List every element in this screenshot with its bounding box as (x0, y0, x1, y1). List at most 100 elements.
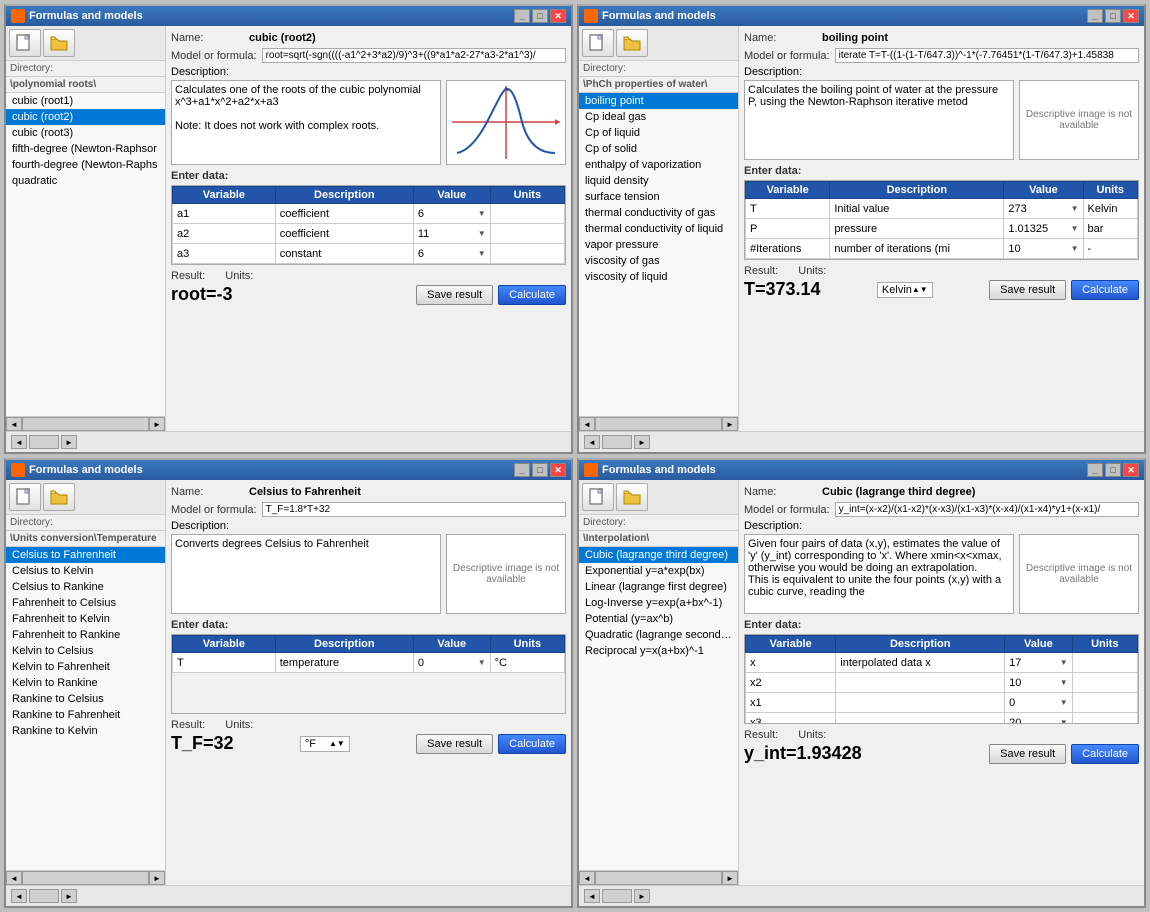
open-button[interactable] (43, 483, 75, 511)
dropdown-arrow-icon[interactable]: ▼ (478, 209, 486, 218)
scroll-next-button[interactable]: ► (634, 889, 650, 903)
list-item[interactable]: Cp ideal gas (579, 109, 738, 125)
maximize-button[interactable]: □ (532, 463, 548, 477)
new-button[interactable] (9, 483, 41, 511)
cell-value[interactable]: 1.01325▼ (1004, 219, 1083, 239)
list-item[interactable]: fourth-degree (Newton-Raphs (6, 157, 165, 173)
save-result-button[interactable]: Save result (989, 280, 1066, 300)
list-item[interactable]: Cp of liquid (579, 125, 738, 141)
list-item[interactable]: Rankine to Celsius (6, 691, 165, 707)
list-item[interactable]: cubic (root1) (6, 93, 165, 109)
open-button[interactable] (616, 29, 648, 57)
scroll-left-button[interactable]: ◄ (579, 871, 595, 885)
scroll-next-button[interactable]: ► (61, 889, 77, 903)
close-button[interactable]: ✕ (1123, 9, 1139, 23)
list-item[interactable]: cubic (root2) (6, 109, 165, 125)
list-item[interactable]: Potential (y=ax^b) (579, 611, 738, 627)
minimize-button[interactable]: _ (1087, 463, 1103, 477)
cell-value[interactable]: 0▼ (1005, 693, 1072, 713)
list-item[interactable]: Log-Inverse y=exp(a+bx^-1) (579, 595, 738, 611)
cell-value[interactable]: 10▼ (1005, 673, 1072, 693)
list-item[interactable]: liquid density (579, 173, 738, 189)
dropdown-arrow-icon[interactable]: ▼ (478, 658, 486, 667)
save-result-button[interactable]: Save result (989, 744, 1066, 764)
open-button[interactable] (43, 29, 75, 57)
units-value-box[interactable]: Kelvin▲▼ (877, 282, 933, 298)
dropdown-arrow-icon[interactable]: ▼ (1071, 244, 1079, 253)
close-button[interactable]: ✕ (1123, 463, 1139, 477)
dropdown-arrow-icon[interactable]: ▼ (1060, 658, 1068, 667)
cell-value[interactable]: 17▼ (1005, 653, 1072, 673)
minimize-button[interactable]: _ (514, 9, 530, 23)
new-button[interactable] (582, 29, 614, 57)
calculate-button[interactable]: Calculate (498, 734, 566, 754)
dropdown-arrow-icon[interactable]: ▼ (1060, 718, 1068, 724)
list-item[interactable]: Cp of solid (579, 141, 738, 157)
list-item[interactable]: Celsius to Rankine (6, 579, 165, 595)
dropdown-arrow-icon[interactable]: ▼ (1060, 698, 1068, 707)
cell-value[interactable]: 10▼ (1004, 239, 1083, 259)
minimize-button[interactable]: _ (1087, 9, 1103, 23)
dropdown-arrow-icon[interactable]: ▼ (1071, 224, 1079, 233)
list-item[interactable]: Kelvin to Fahrenheit (6, 659, 165, 675)
save-result-button[interactable]: Save result (416, 734, 493, 754)
list-item[interactable]: Rankine to Fahrenheit (6, 707, 165, 723)
minimize-button[interactable]: _ (514, 463, 530, 477)
list-item[interactable]: surface tension (579, 189, 738, 205)
scroll-right-button[interactable]: ► (722, 417, 738, 431)
dropdown-arrow-icon[interactable]: ▼ (478, 229, 486, 238)
list-item[interactable]: viscosity of liquid (579, 269, 738, 285)
list-item[interactable]: thermal conductivity of gas (579, 205, 738, 221)
cell-value[interactable]: 6▼ (413, 244, 490, 264)
list-item[interactable]: quadratic (6, 173, 165, 189)
new-button[interactable] (9, 29, 41, 57)
save-result-button[interactable]: Save result (416, 285, 493, 305)
scroll-next-button[interactable]: ► (61, 435, 77, 449)
list-item[interactable]: thermal conductivity of liquid (579, 221, 738, 237)
scroll-next-button[interactable]: ► (634, 435, 650, 449)
list-item[interactable]: Rankine to Kelvin (6, 723, 165, 739)
list-item[interactable]: boiling point (579, 93, 738, 109)
list-item[interactable]: Fahrenheit to Rankine (6, 627, 165, 643)
list-item[interactable]: vapor pressure (579, 237, 738, 253)
scroll-prev-button[interactable]: ◄ (584, 435, 600, 449)
list-item[interactable]: viscosity of gas (579, 253, 738, 269)
scroll-prev-button[interactable]: ◄ (11, 889, 27, 903)
cell-value[interactable]: 20▼ (1005, 713, 1072, 725)
list-item[interactable]: fifth-degree (Newton-Raphsor (6, 141, 165, 157)
scroll-prev-button[interactable]: ◄ (584, 889, 600, 903)
maximize-button[interactable]: □ (1105, 9, 1121, 23)
list-item[interactable]: Celsius to Fahrenheit (6, 547, 165, 563)
list-item[interactable]: Fahrenheit to Celsius (6, 595, 165, 611)
units-dropdown-icon[interactable]: ▲▼ (912, 285, 928, 294)
maximize-button[interactable]: □ (1105, 463, 1121, 477)
list-item[interactable]: Kelvin to Celsius (6, 643, 165, 659)
units-value-box[interactable]: °F▲▼ (300, 736, 350, 752)
list-item[interactable]: Reciprocal y=x(a+bx)^-1 (579, 643, 738, 659)
list-item[interactable]: Linear (lagrange first degree) (579, 579, 738, 595)
scroll-left-button[interactable]: ◄ (6, 871, 22, 885)
list-item[interactable]: Cubic (lagrange third degree) (579, 547, 738, 563)
units-dropdown-icon[interactable]: ▲▼ (329, 739, 345, 748)
close-button[interactable]: ✕ (550, 463, 566, 477)
cell-value[interactable]: 0▼ (413, 653, 490, 673)
dropdown-arrow-icon[interactable]: ▼ (1060, 678, 1068, 687)
scroll-left-button[interactable]: ◄ (6, 417, 22, 431)
calculate-button[interactable]: Calculate (1071, 744, 1139, 764)
dropdown-arrow-icon[interactable]: ▼ (478, 249, 486, 258)
cell-value[interactable]: 6▼ (413, 204, 490, 224)
list-item[interactable]: cubic (root3) (6, 125, 165, 141)
open-button[interactable] (616, 483, 648, 511)
scroll-right-button[interactable]: ► (722, 871, 738, 885)
list-item[interactable]: Kelvin to Rankine (6, 675, 165, 691)
list-item[interactable]: enthalpy of vaporization (579, 157, 738, 173)
dropdown-arrow-icon[interactable]: ▼ (1071, 204, 1079, 213)
scroll-prev-button[interactable]: ◄ (11, 435, 27, 449)
calculate-button[interactable]: Calculate (1071, 280, 1139, 300)
scroll-right-button[interactable]: ► (149, 871, 165, 885)
scroll-right-button[interactable]: ► (149, 417, 165, 431)
scroll-left-button[interactable]: ◄ (579, 417, 595, 431)
close-button[interactable]: ✕ (550, 9, 566, 23)
list-item[interactable]: Celsius to Kelvin (6, 563, 165, 579)
maximize-button[interactable]: □ (532, 9, 548, 23)
